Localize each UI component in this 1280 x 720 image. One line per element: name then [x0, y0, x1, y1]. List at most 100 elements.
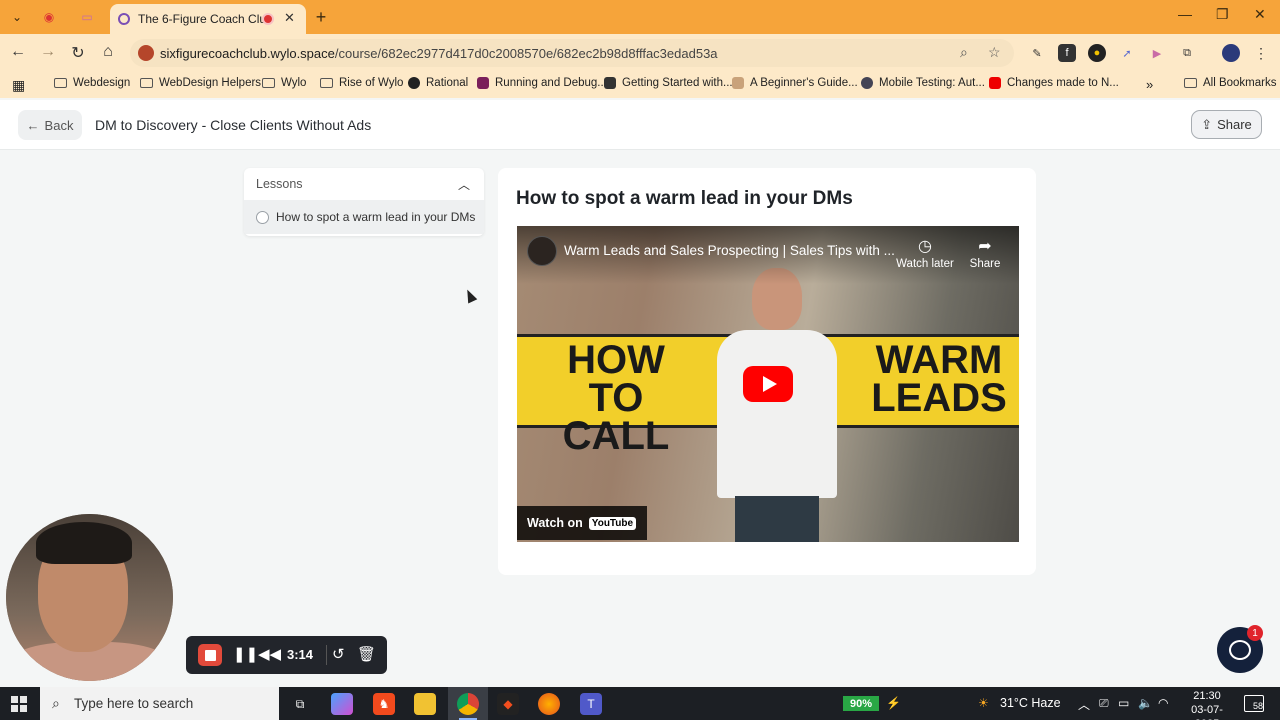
lesson-item[interactable]: How to spot a warm lead in your DMs	[244, 200, 484, 234]
folder-icon	[54, 78, 67, 88]
charging-plug-icon: ⚡	[886, 696, 901, 710]
lessons-header[interactable]: Lessons ︿	[244, 168, 484, 200]
chat-widget-button[interactable]: 1	[1217, 625, 1263, 673]
bookmark-all-bookmarks[interactable]: All Bookmarks	[1184, 77, 1277, 89]
bookmark-rational[interactable]: Rational	[408, 77, 468, 89]
bookmark-rise-of-wylo[interactable]: Rise of Wylo	[320, 77, 403, 89]
file-explorer-icon[interactable]	[414, 693, 436, 715]
extensions-puzzle-icon[interactable]: ⧉	[1178, 44, 1196, 62]
stop-recording-button[interactable]	[198, 644, 222, 666]
profile-avatar[interactable]	[1222, 44, 1240, 62]
bookmark-label: Getting Started with...	[622, 77, 733, 89]
system-clock[interactable]: 21:30 03-07-2025	[1180, 689, 1234, 720]
lessons-panel: Lessons ︿ How to spot a warm lead in you…	[244, 168, 484, 236]
network-device-icon[interactable]: ⎚	[1099, 696, 1109, 711]
battery-icon[interactable]: ▭	[1118, 696, 1129, 710]
watch-later-button[interactable]: ◷ Watch later	[895, 236, 955, 270]
divider	[326, 645, 327, 665]
share-button[interactable]: ⇪ Share	[1191, 110, 1262, 139]
browser-toolbar: ← → ↻ ⌂ sixfigurecoachclub.wylo.space/co…	[0, 34, 1280, 72]
new-tab-icon[interactable]: +	[310, 6, 332, 28]
bookmark-label: Running and Debug...	[495, 77, 607, 89]
weather-icon[interactable]: ☀	[978, 696, 989, 710]
thumbnail-text-right: WARM LEADS	[871, 338, 1007, 420]
video-title[interactable]: Warm Leads and Sales Prospecting | Sales…	[564, 243, 895, 258]
show-hidden-icons-chevron-icon[interactable]: ︿	[1078, 696, 1090, 713]
wifi-icon[interactable]: ◠	[1158, 696, 1168, 710]
video-share-label: Share	[969, 258, 1001, 270]
site-icon	[861, 77, 873, 89]
back-arrow-icon[interactable]: ←	[8, 43, 28, 61]
battery-indicator[interactable]: 90%	[843, 696, 879, 711]
bookmark-label: Rise of Wylo	[339, 77, 404, 89]
forward-arrow-icon[interactable]: →	[38, 43, 58, 61]
bookmark-label: All Bookmarks	[1203, 77, 1277, 89]
play-button[interactable]	[743, 366, 793, 402]
more-bookmarks-icon[interactable]: »	[1146, 77, 1153, 92]
rewind-icon[interactable]: ◀◀	[258, 645, 281, 663]
video-share-button[interactable]: ➦ Share	[955, 236, 1015, 270]
menu-kebab-icon[interactable]: ⋮	[1252, 44, 1270, 62]
copilot-icon[interactable]	[331, 693, 353, 715]
channel-avatar[interactable]	[527, 236, 557, 266]
reload-icon[interactable]: ↻	[68, 43, 88, 63]
back-label: Back	[44, 117, 74, 133]
pen-extension-icon[interactable]: ✎	[1028, 44, 1046, 62]
address-bar[interactable]: sixfigurecoachclub.wylo.space/course/682…	[130, 39, 1014, 67]
extension-icon[interactable]: ●	[1088, 44, 1106, 62]
home-icon[interactable]: ⌂	[98, 43, 118, 61]
task-view-icon[interactable]: ⧉	[289, 693, 311, 715]
zoom-icon[interactable]: ⌕	[960, 44, 968, 61]
pinned-tab-icon[interactable]: ▭	[76, 6, 98, 28]
trash-icon[interactable]: 🗑	[357, 645, 376, 663]
recorder-extension-icon[interactable]: ▶	[1148, 44, 1166, 62]
back-button[interactable]: ← Back	[18, 110, 82, 140]
active-tab[interactable]: The 6-Figure Coach Club ✕	[110, 4, 306, 34]
f-extension-icon[interactable]: f	[1058, 44, 1076, 62]
chevron-up-icon[interactable]: ︿	[458, 176, 470, 193]
bookmark-changes-made[interactable]: Changes made to N...	[989, 77, 1119, 89]
folder-icon	[140, 78, 153, 88]
pause-icon[interactable]: ❚❚	[233, 645, 258, 663]
taskbar-search-placeholder: Type here to search	[74, 696, 194, 711]
bookmark-star-icon[interactable]: ☆	[988, 44, 1001, 61]
apps-grid-icon[interactable]: ▦	[12, 77, 25, 94]
rational-icon	[408, 77, 420, 89]
close-window-icon[interactable]: ✕	[1254, 6, 1266, 23]
notification-center-icon[interactable]: 58	[1244, 695, 1264, 712]
maximize-icon[interactable]: ❐	[1216, 6, 1229, 23]
youtube-video-embed[interactable]: HOW TO CALL WARM LEADS Warm Leads and Sa…	[517, 226, 1019, 542]
chat-unread-badge: 1	[1247, 625, 1263, 641]
bookmark-wylo[interactable]: Wylo	[262, 77, 306, 89]
lesson-completion-radio[interactable]	[256, 210, 269, 224]
restart-icon[interactable]: ↺	[332, 645, 345, 663]
search-icon: ⌕	[52, 695, 60, 711]
windows-start-icon[interactable]	[11, 696, 27, 712]
watch-on-youtube-button[interactable]: Watch on YouTube	[517, 506, 647, 540]
tab-search-chevron-icon[interactable]: ⌄	[6, 6, 28, 28]
clock-time: 21:30	[1193, 690, 1221, 702]
site-icon	[604, 77, 616, 89]
bookmark-beginners-guide[interactable]: A Beginner's Guide...	[732, 77, 858, 89]
close-tab-icon[interactable]: ✕	[284, 10, 295, 26]
rocket-extension-icon[interactable]: ➚	[1118, 44, 1136, 62]
bookmark-mobile-testing[interactable]: Mobile Testing: Aut...	[861, 77, 985, 89]
firefox-icon[interactable]	[538, 693, 560, 715]
teams-icon[interactable]: T	[580, 693, 602, 715]
minimize-icon[interactable]: —	[1178, 6, 1192, 22]
site-info-icon[interactable]	[138, 45, 154, 61]
youtube-icon	[989, 77, 1001, 89]
weather-text[interactable]: 31°C Haze	[1000, 696, 1061, 710]
bookmark-webdesign-helpers[interactable]: WebDesign Helpers	[140, 77, 261, 89]
bookmark-label: Mobile Testing: Aut...	[879, 77, 985, 89]
chrome-icon[interactable]	[457, 693, 479, 715]
taskbar-search[interactable]: ⌕ Type here to search	[40, 687, 279, 720]
bookmark-getting-started[interactable]: Getting Started with...	[604, 77, 733, 89]
clock-date: 03-07-2025	[1191, 704, 1223, 720]
recording-tab-icon[interactable]: ◉	[38, 6, 60, 28]
brave-icon[interactable]: ♞	[373, 693, 395, 715]
bookmark-webdesign[interactable]: Webdesign	[54, 77, 130, 89]
volume-icon[interactable]: 🔈	[1138, 696, 1153, 710]
bookmark-running-and-debug[interactable]: Running and Debug...	[477, 77, 607, 89]
figma-icon[interactable]: ◆	[497, 693, 519, 715]
